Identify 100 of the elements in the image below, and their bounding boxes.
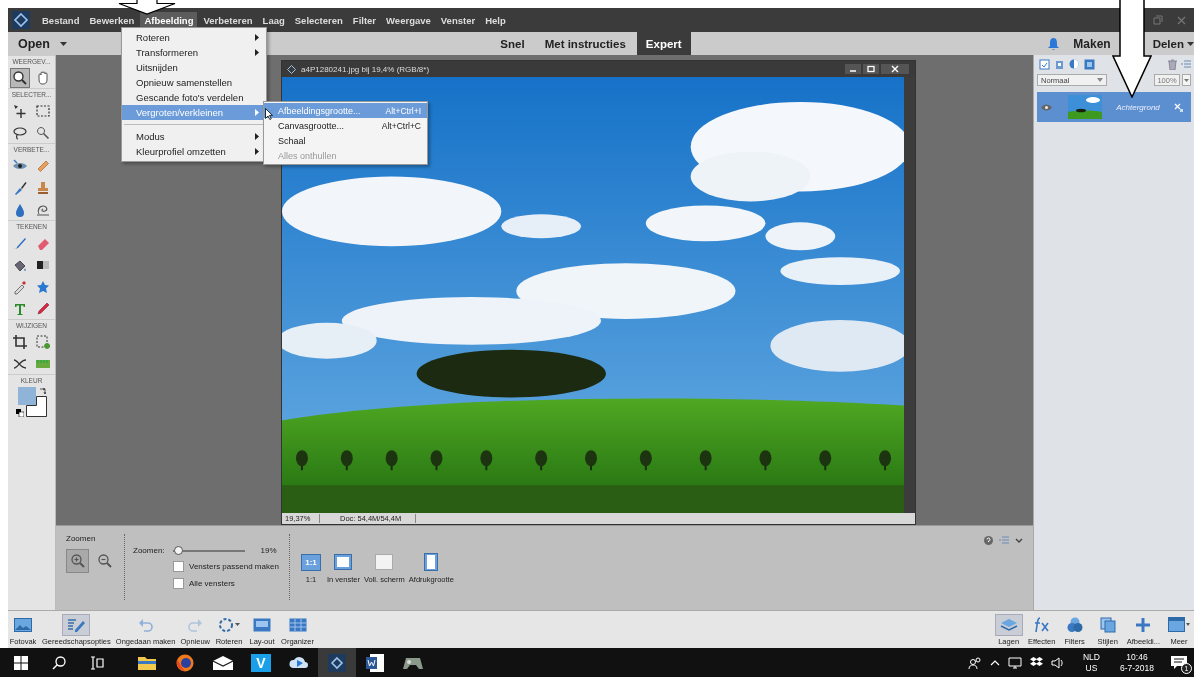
help-icon[interactable]	[984, 535, 993, 545]
undo-icon	[137, 618, 154, 632]
menu-item[interactable]: Kleurprofiel omzetten	[122, 144, 266, 159]
window-icon	[334, 554, 353, 570]
windows-start-icon[interactable]	[14, 655, 28, 670]
lasso-icon	[12, 125, 28, 141]
maximize-icon[interactable]	[863, 64, 879, 74]
zoom-in-icon	[69, 553, 86, 569]
swap-icon[interactable]	[38, 388, 46, 395]
redo-icon	[187, 618, 204, 632]
smudge-icon	[35, 202, 51, 218]
open-button[interactable]: Open	[18, 36, 50, 51]
menu-item[interactable]: Filter	[348, 11, 381, 29]
eyedropper-icon	[12, 279, 28, 295]
menu-item[interactable]: Bewerken	[85, 11, 139, 29]
recompose-icon	[35, 334, 51, 350]
create-button[interactable]: Maken	[1073, 36, 1111, 51]
speaker-icon[interactable]	[1050, 656, 1065, 669]
crop-icon	[12, 334, 28, 350]
options-title: Zoomen	[66, 534, 97, 543]
browser-icon	[176, 653, 194, 672]
scrollbar[interactable]	[904, 77, 915, 513]
menu-item[interactable]: Modus	[122, 129, 266, 144]
cross-arrows-icon	[12, 356, 28, 372]
visibility-icon[interactable]	[1041, 103, 1052, 111]
blank-page-icon	[375, 554, 394, 570]
checkbox-label: Alle vensters	[189, 579, 235, 588]
bell-icon[interactable]	[1048, 37, 1060, 50]
bandage-icon	[35, 158, 51, 174]
menu-item[interactable]: Uitsnijden	[122, 60, 266, 75]
clock-date[interactable]: 6-7-2018	[1119, 662, 1154, 674]
checkbox[interactable]	[173, 578, 184, 589]
marquee-icon	[35, 103, 51, 119]
tool-options-icon	[67, 618, 86, 632]
menu-item[interactable]: Transformeren	[122, 45, 266, 60]
layer-options-icon[interactable]	[1174, 102, 1183, 112]
layers-icon	[999, 618, 1018, 632]
keyboard-layout-text[interactable]: US	[1085, 662, 1098, 674]
adjustment-layer-icon[interactable]	[1069, 58, 1080, 70]
default-colors-icon[interactable]	[15, 409, 24, 417]
checkbox[interactable]	[173, 561, 184, 572]
close-icon[interactable]	[881, 64, 909, 74]
fx-icon	[1032, 617, 1051, 633]
background-color-swatch[interactable]	[25, 396, 47, 417]
caret-icon[interactable]	[1182, 74, 1191, 86]
landscape-thumbnail	[1068, 95, 1102, 119]
zoom-value: 19%	[260, 546, 277, 555]
mask-icon[interactable]	[1084, 58, 1095, 70]
tool-button[interactable]	[10, 68, 30, 88]
document-app-icon	[365, 653, 385, 672]
zoom-in-button[interactable]	[66, 549, 89, 573]
menu-item[interactable]: Venster	[436, 11, 480, 29]
text-tool-icon	[12, 301, 28, 317]
actual-size-icon: 1:1	[301, 553, 321, 571]
slider-thumb[interactable]	[173, 545, 183, 555]
minimize-icon[interactable]	[845, 64, 861, 74]
monitor-icon[interactable]	[1007, 656, 1022, 669]
document-icon	[287, 64, 296, 74]
language-text[interactable]: NLD	[1082, 651, 1100, 663]
search-icon[interactable]	[52, 655, 66, 670]
group-layer-icon[interactable]	[1054, 58, 1065, 70]
menu-item[interactable]: Laag	[258, 11, 289, 29]
share-button[interactable]: Delen	[1152, 37, 1184, 50]
mail-icon	[213, 655, 233, 670]
chevron-up-icon[interactable]	[989, 659, 1000, 666]
tool-button[interactable]	[10, 332, 30, 352]
rotate-icon	[218, 617, 241, 633]
menu-item[interactable]: Schaal	[264, 133, 427, 148]
task-view-icon[interactable]	[90, 655, 104, 670]
menu-item[interactable]: Canvasgrootte... Alt+Ctrl+C	[264, 118, 427, 133]
mode-tab[interactable]: Met instructies	[535, 32, 635, 55]
checkbox-label: Vensters passend maken	[189, 562, 279, 571]
zoom-icon	[12, 70, 28, 86]
menu-item[interactable]: Selecteren	[290, 11, 347, 29]
chevron-icon[interactable]	[1015, 537, 1023, 543]
mode-tab[interactable]: Snel	[491, 32, 534, 55]
clock-time[interactable]: 10:46	[1126, 651, 1148, 663]
star-shape-icon	[35, 279, 51, 295]
caret-icon[interactable]	[59, 41, 67, 46]
menu-item[interactable]: Verbeteren	[199, 11, 257, 29]
people-icon[interactable]	[967, 655, 982, 670]
layer-name: Achtergrond	[1115, 102, 1161, 112]
menu-item[interactable]: Weergave	[382, 11, 435, 29]
foreground-color-swatch[interactable]	[17, 387, 36, 405]
menu-item[interactable]: Roteren	[122, 30, 266, 45]
mode-tab[interactable]: Expert	[636, 32, 691, 55]
pencil-icon	[35, 301, 51, 317]
menu-item[interactable]: Bestand	[38, 11, 84, 29]
caret-icon[interactable]	[1187, 41, 1194, 46]
callout-arrow	[117, 0, 177, 15]
menu-item[interactable]: Opnieuw samenstellen	[122, 75, 266, 90]
menu-item[interactable]: Gescande foto's verdelen	[122, 90, 266, 105]
notification-icon[interactable]	[1171, 655, 1187, 670]
trash-icon[interactable]	[1168, 58, 1177, 70]
menu-item[interactable]: Help	[481, 11, 510, 29]
layout-icon	[253, 618, 272, 632]
dropbox-icon[interactable]	[1029, 657, 1043, 668]
app-logo-icon	[12, 11, 30, 29]
new-layer-icon[interactable]	[1039, 58, 1050, 70]
zoom-slider[interactable]	[172, 549, 245, 552]
